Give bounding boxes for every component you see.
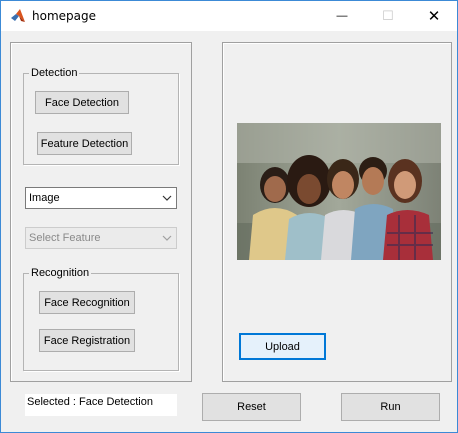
maximize-button[interactable]: ☐: [365, 1, 411, 31]
uploaded-photo: [237, 123, 441, 260]
feature-detection-button[interactable]: Feature Detection: [37, 132, 132, 155]
minimize-button[interactable]: —: [319, 1, 365, 31]
source-dropdown[interactable]: Image: [25, 187, 177, 209]
detection-group-label: Detection: [29, 67, 80, 79]
title-bar[interactable]: homepage — ☐ ✕: [1, 1, 457, 31]
matlab-logo-icon: [11, 9, 25, 22]
source-dropdown-value: Image: [29, 192, 60, 204]
face-registration-button[interactable]: Face Registration: [39, 329, 135, 352]
recognition-group-label: Recognition: [29, 267, 92, 279]
app-window: homepage — ☐ ✕ Detection Face Detection …: [0, 0, 458, 433]
face-detection-button[interactable]: Face Detection: [35, 91, 129, 114]
close-button[interactable]: ✕: [411, 1, 457, 31]
selection-status: Selected : Face Detection: [25, 394, 177, 416]
run-button[interactable]: Run: [341, 393, 440, 421]
feature-dropdown[interactable]: Select Feature: [25, 227, 177, 249]
chevron-down-icon: [158, 188, 176, 208]
reset-button[interactable]: Reset: [202, 393, 301, 421]
minimize-icon: —: [336, 10, 348, 22]
close-icon: ✕: [427, 8, 441, 25]
recognition-group: Recognition: [23, 267, 179, 371]
upload-button[interactable]: Upload: [239, 333, 326, 360]
window-title: homepage: [32, 9, 96, 23]
chevron-down-icon: [158, 228, 176, 248]
face-recognition-button[interactable]: Face Recognition: [39, 291, 135, 314]
feature-dropdown-value: Select Feature: [29, 232, 101, 244]
maximize-icon: ☐: [382, 8, 394, 23]
